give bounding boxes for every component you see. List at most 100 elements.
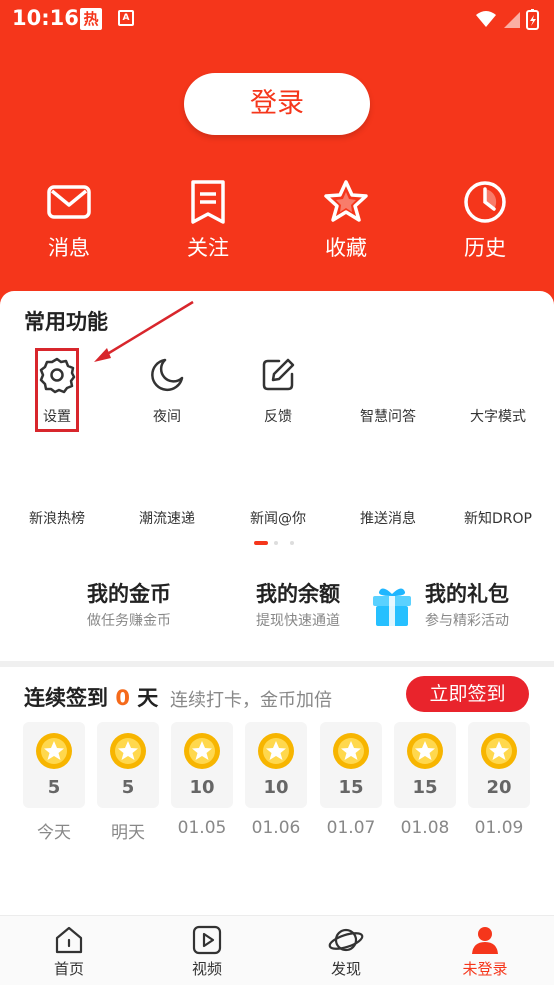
signin-day-card: 20: [468, 722, 530, 808]
login-button[interactable]: 登录: [184, 73, 370, 135]
signin-button[interactable]: 立即签到: [406, 676, 529, 712]
large-font-item[interactable]: 大字模式: [443, 356, 553, 426]
news-at-you-label: 新闻@你: [250, 511, 306, 527]
page-dot: [290, 541, 294, 545]
favorites-label: 收藏: [325, 236, 367, 260]
signin-day-label: 01.06: [251, 818, 301, 838]
star-icon: [324, 180, 368, 222]
signin-day-label: 01.05: [177, 818, 227, 838]
video-icon: [192, 925, 222, 955]
history-shortcut[interactable]: 历史: [435, 178, 535, 268]
signin-day-value: 10: [189, 777, 215, 798]
signin-day-value: 15: [338, 777, 364, 798]
my-balance-title: 我的余额: [256, 582, 340, 606]
status-time: 10:16: [12, 6, 79, 30]
profile-header: [0, 0, 554, 320]
signin-day-label: 01.09: [474, 818, 524, 838]
signin-day-label: 明天: [111, 823, 145, 843]
coin-icon: [258, 733, 294, 769]
signin-title-suffix: 天: [137, 686, 159, 710]
coin-icon: [36, 733, 72, 769]
signin-subtitle: 连续打卡，金币加倍: [170, 690, 332, 711]
trend-express-label: 潮流速递: [139, 511, 195, 527]
trend-express-item[interactable]: 潮流速递: [112, 508, 222, 528]
status-bar: 10:16 热 A: [0, 0, 554, 38]
my-balance[interactable]: 我的余额 提现快速通道: [256, 578, 340, 634]
push-messages-label: 推送消息: [360, 511, 416, 527]
feedback-item[interactable]: 反馈: [223, 356, 333, 426]
tab-video-label: 视频: [191, 960, 222, 978]
news-at-you-item[interactable]: 新闻@你: [223, 508, 333, 528]
bookmark-icon: [191, 180, 225, 224]
my-coins-subtitle: 做任务赚金币: [87, 613, 171, 629]
smart-qa-label: 智慧问答: [360, 409, 416, 425]
my-gift-title: 我的礼包: [425, 582, 509, 606]
signin-day-label: 01.08: [400, 818, 450, 838]
follow-shortcut[interactable]: 关注: [158, 178, 258, 268]
signin-day-card: 15: [394, 722, 456, 808]
user-icon: [472, 927, 498, 954]
gift-icon: [373, 588, 411, 626]
page-dot-active: [254, 541, 268, 545]
my-coins[interactable]: 我的金币 做任务赚金币: [87, 578, 171, 634]
my-gift-subtitle: 参与精彩活动: [425, 613, 509, 629]
smart-qa-item[interactable]: 智慧问答: [333, 356, 443, 426]
follow-label: 关注: [187, 236, 229, 260]
my-gift[interactable]: 我的礼包 参与精彩活动: [425, 578, 509, 634]
tab-profile-label: 未登录: [462, 960, 508, 978]
signin-days-count: 0: [115, 686, 130, 710]
mail-icon: [47, 185, 91, 219]
coin-icon: [333, 733, 369, 769]
moon-icon: [151, 358, 184, 392]
sina-hot-list-label: 新浪热榜: [29, 511, 85, 527]
messages-label: 消息: [48, 236, 90, 260]
edit-icon: [262, 358, 295, 391]
xinzhi-drop-item[interactable]: 新知DROP: [443, 508, 553, 528]
signin-title: 连续签到 0 天: [24, 682, 158, 712]
signin-day-value: 10: [263, 777, 289, 798]
signin-day-value: 5: [47, 777, 61, 798]
section-divider: [0, 661, 554, 667]
signin-day-label: 01.07: [326, 818, 376, 838]
my-balance-subtitle: 提现快速通道: [256, 613, 340, 629]
clock-icon: [464, 181, 506, 223]
signin-day-value: 5: [121, 777, 135, 798]
tab-discover[interactable]: 发现: [291, 924, 401, 979]
system-status-icons: [476, 9, 539, 30]
hot-notification-icon: 热: [80, 8, 102, 30]
common-functions-title: 常用功能: [24, 310, 108, 334]
messages-shortcut[interactable]: 消息: [19, 178, 119, 268]
push-messages-item[interactable]: 推送消息: [333, 508, 443, 528]
tab-profile[interactable]: 未登录: [430, 924, 540, 979]
night-mode-label: 夜间: [153, 409, 181, 425]
feedback-label: 反馈: [264, 409, 292, 425]
signin-day-label: 今天: [37, 823, 71, 843]
signin-day-card: 15: [320, 722, 382, 808]
home-icon: [55, 926, 83, 954]
highlight-box: [35, 348, 79, 432]
my-coins-title: 我的金币: [87, 582, 171, 606]
favorites-shortcut[interactable]: 收藏: [296, 178, 396, 268]
a-notification-icon: A: [118, 10, 134, 26]
signin-day-card: 10: [171, 722, 233, 808]
planet-icon: [328, 928, 364, 952]
coin-icon: [184, 733, 220, 769]
bottom-tab-bar: 首页 视频 发现 未登录: [0, 915, 554, 985]
history-label: 历史: [464, 236, 506, 260]
signin-day-card: 5: [23, 722, 85, 808]
sina-hot-list-item[interactable]: 新浪热榜: [2, 508, 112, 528]
page-dot: [274, 541, 278, 545]
tab-home-label: 首页: [53, 960, 84, 978]
signin-title-prefix: 连续签到: [24, 686, 108, 710]
signin-day-value: 20: [486, 777, 512, 798]
coin-icon: [110, 733, 146, 769]
tab-home[interactable]: 首页: [14, 924, 124, 979]
xinzhi-drop-label: 新知DROP: [464, 511, 532, 527]
signin-day-card: 5: [97, 722, 159, 808]
tab-video[interactable]: 视频: [152, 924, 262, 979]
night-mode-item[interactable]: 夜间: [112, 356, 222, 426]
tab-discover-label: 发现: [330, 960, 361, 978]
coin-icon: [481, 733, 517, 769]
signin-day-card: 10: [245, 722, 307, 808]
large-font-label: 大字模式: [470, 409, 526, 425]
